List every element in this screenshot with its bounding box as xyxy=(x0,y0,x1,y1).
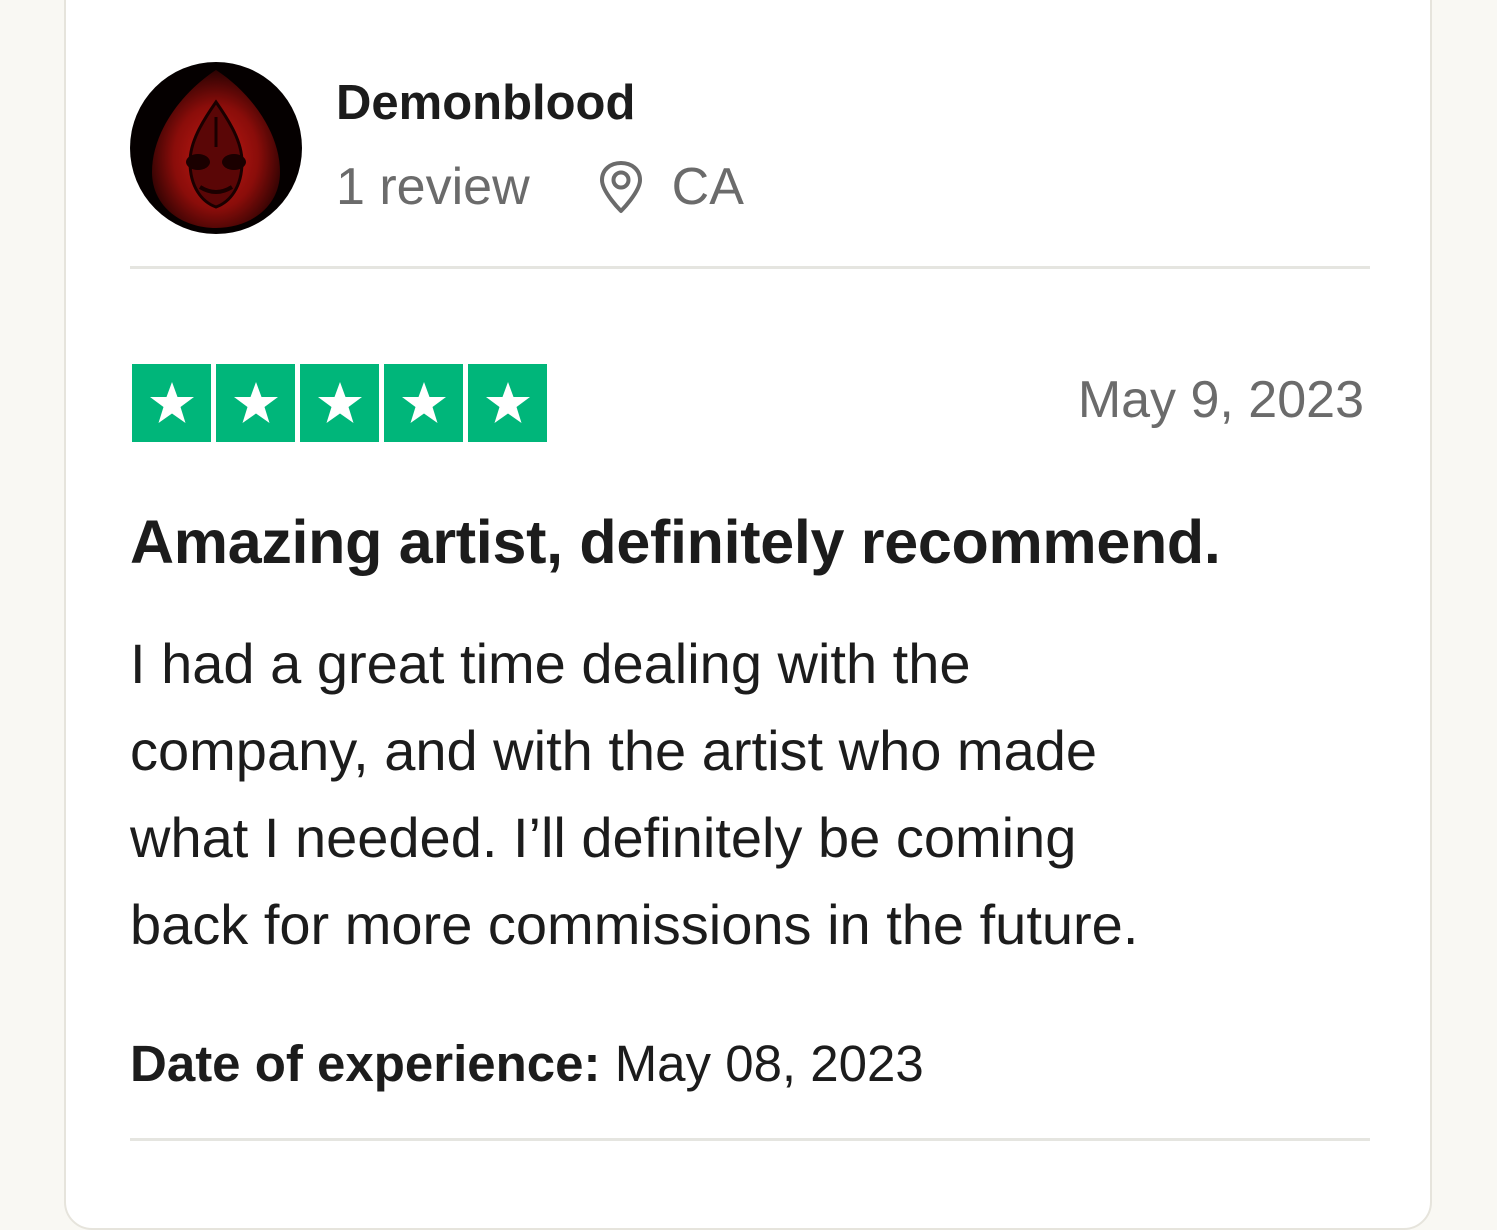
review-body-line: I had a great time dealing with the xyxy=(130,632,971,695)
reviewer-info: Demonblood 1 review CA xyxy=(336,78,744,214)
star-4 xyxy=(384,364,463,442)
review-body-line: company, and with the artist who made xyxy=(130,719,1098,782)
review-card: Demonblood 1 review CA May 9, 2023 Amazi… xyxy=(64,0,1432,1230)
experience-date: May 08, 2023 xyxy=(614,1035,924,1092)
star-rating xyxy=(132,364,547,442)
review-title[interactable]: Amazing artist, definitely recommend. xyxy=(130,512,1221,573)
date-of-experience: Date of experience: May 08, 2023 xyxy=(130,1038,924,1089)
star-3 xyxy=(300,364,379,442)
review-body-line: back for more commissions in the future. xyxy=(130,893,1139,956)
star-icon xyxy=(233,382,278,423)
map-pin-icon xyxy=(599,160,642,213)
location-text: CA xyxy=(671,157,744,216)
star-icon xyxy=(317,382,362,423)
review-count: 1 review xyxy=(336,157,530,216)
review-body: I had a great time dealing with the comp… xyxy=(130,620,1330,968)
reviewer-meta: 1 review CA xyxy=(336,160,744,214)
reviewer-location: CA xyxy=(596,160,744,214)
experience-label: Date of experience: xyxy=(130,1035,601,1092)
header-divider xyxy=(130,266,1370,269)
reviewer-header: Demonblood 1 review CA xyxy=(130,62,744,234)
star-icon xyxy=(149,382,194,423)
star-2 xyxy=(216,364,295,442)
star-icon xyxy=(401,382,446,423)
review-date: May 9, 2023 xyxy=(1077,371,1364,429)
reviewer-avatar[interactable] xyxy=(130,62,302,234)
reviewer-name[interactable]: Demonblood xyxy=(336,78,744,128)
demon-mask-avatar-icon xyxy=(130,62,302,234)
footer-divider xyxy=(130,1138,1370,1141)
review-body-line: what I needed. I’ll definitely be coming xyxy=(130,806,1077,869)
star-5 xyxy=(468,364,547,442)
star-icon xyxy=(485,382,530,423)
star-1 xyxy=(132,364,211,442)
